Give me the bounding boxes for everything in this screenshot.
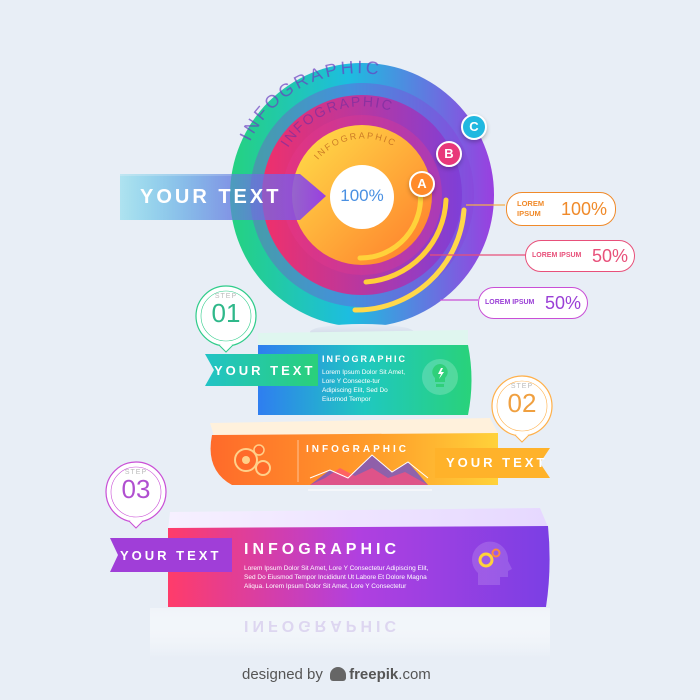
step-1-title: INFOGRAPHIC <box>322 354 407 364</box>
stat-pill-1: LOREM IPSUM 100% <box>506 192 616 226</box>
step-2-top-face <box>210 418 498 436</box>
footer-designed-by: designed by <box>242 666 323 683</box>
ring-badge-a: A <box>409 171 435 197</box>
stat-2-label: LOREM IPSUM <box>532 252 582 259</box>
reflection-title: INFOGRAPHIC <box>244 617 400 634</box>
infographic-canvas: INFOGRAPHIC INFOGRAPHIC INFOGRAPHIC C B … <box>0 0 700 700</box>
stat-3-label: LOREM IPSUM <box>485 299 535 306</box>
step-1-body: Lorem Ipsum Dolor Sit Amet, Lore Y Conse… <box>322 369 406 403</box>
footer-credit: designed by freepik.com <box>242 666 431 683</box>
step-2-title: INFOGRAPHIC <box>306 444 409 455</box>
center-value: 100% <box>340 186 384 205</box>
ring-badge-c: C <box>461 114 487 140</box>
step-3-ribbon-text: YOUR TEXT <box>120 548 222 563</box>
step-2-ribbon-text: YOUR TEXT <box>446 455 548 470</box>
step-2-number: 02 <box>507 388 537 418</box>
stat-3-value: 50% <box>545 293 582 313</box>
step-2-badge-text: STEP 02 <box>502 383 542 416</box>
step-1-badge-text: STEP 01 <box>206 293 246 326</box>
step-1-number: 01 <box>211 298 241 328</box>
footer-domain: .com <box>398 666 431 683</box>
stat-1-label: LOREM IPSUM <box>517 199 545 218</box>
stat-1-value: 100% <box>561 199 608 219</box>
stat-2-value: 50% <box>592 246 629 266</box>
infographic-graphics: INFOGRAPHIC INFOGRAPHIC INFOGRAPHIC <box>105 57 553 658</box>
freepik-logo-icon <box>330 667 347 681</box>
stat-pill-3: LOREM IPSUM 50% <box>478 287 588 319</box>
stat-pill-2: LOREM IPSUM 50% <box>525 240 635 272</box>
step-3-title: INFOGRAPHIC <box>244 541 400 558</box>
step-3-number: 03 <box>121 474 151 504</box>
ring-badge-b: B <box>436 141 462 167</box>
step-3-body: Lorem Ipsum Dolor Sit Amet, Lore Y Conse… <box>244 565 429 590</box>
step-1-top-face <box>258 330 468 346</box>
step-1-ribbon-text: YOUR TEXT <box>214 363 316 378</box>
top-ribbon-text: YOUR TEXT <box>140 186 282 208</box>
step-3-badge-text: STEP 03 <box>116 469 156 502</box>
footer-brand: freepik <box>349 666 399 683</box>
